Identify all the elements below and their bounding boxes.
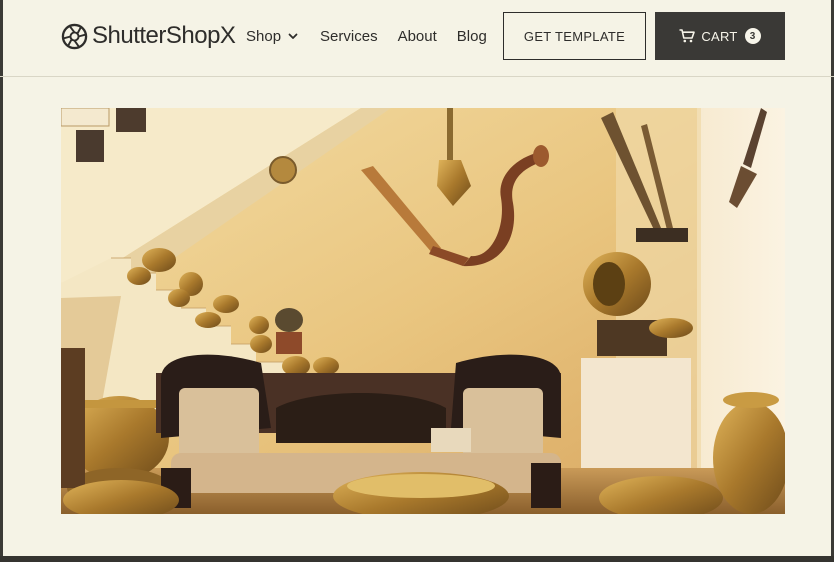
site-header: ShutterShopX Shop Services About Blog GE… xyxy=(0,0,834,77)
nav-item-about-label: About xyxy=(397,27,437,45)
nav-item-blog[interactable]: Blog xyxy=(457,28,487,45)
aperture-logo-icon xyxy=(61,23,88,49)
hero-image xyxy=(61,108,785,514)
nav-item-shop[interactable]: Shop xyxy=(246,28,299,45)
bottom-edge-bar xyxy=(0,556,834,562)
cart-button[interactable]: CART 3 xyxy=(655,12,785,60)
nav-item-services-label: Services xyxy=(320,27,378,45)
window-left-edge xyxy=(0,0,3,562)
main-nav: Shop Services About Blog xyxy=(246,26,487,46)
hero-scene xyxy=(61,108,785,514)
brand-logo[interactable]: ShutterShopX xyxy=(61,21,236,51)
cart-label: CART xyxy=(701,28,738,44)
nav-item-shop-label: Shop xyxy=(246,27,282,45)
chevron-down-icon xyxy=(288,33,298,39)
cart-icon xyxy=(679,29,696,43)
nav-item-blog-label: Blog xyxy=(456,27,487,45)
nav-item-services[interactable]: Services xyxy=(320,28,378,45)
cart-count-badge: 3 xyxy=(744,28,761,44)
nav-item-about[interactable]: About xyxy=(398,28,437,45)
get-template-button[interactable]: GET TEMPLATE xyxy=(503,12,646,60)
brand-name: ShutterShopX xyxy=(92,22,236,49)
get-template-label: GET TEMPLATE xyxy=(523,28,626,44)
